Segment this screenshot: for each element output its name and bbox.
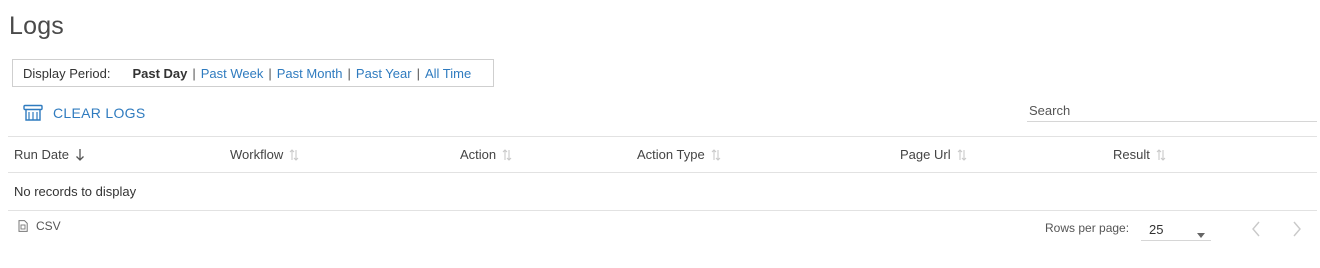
chevron-left-icon — [1252, 221, 1260, 237]
column-label: Page Url — [900, 147, 951, 162]
column-label: Action Type — [637, 147, 705, 162]
column-label: Result — [1113, 147, 1150, 162]
sort-icon — [289, 148, 299, 162]
clear-logs-label: CLEAR LOGS — [53, 105, 146, 121]
rows-per-page-value: 25 — [1149, 222, 1164, 237]
period-option-past-week[interactable]: Past Week — [201, 66, 264, 81]
caret-down-icon — [1197, 226, 1205, 241]
next-page-button[interactable] — [1287, 217, 1307, 241]
period-option-past-year[interactable]: Past Year — [356, 66, 412, 81]
rows-per-page-label: Rows per page: — [1045, 221, 1130, 235]
sort-icon — [502, 148, 512, 162]
period-option-past-month[interactable]: Past Month — [277, 66, 343, 81]
column-label: Action — [460, 147, 497, 162]
period-option-all-time[interactable]: All Time — [425, 66, 471, 81]
column-header-action-type[interactable]: Action Type — [637, 137, 721, 172]
column-header-run-date[interactable]: Run Date — [14, 137, 85, 172]
logs-page: Logs Display Period: Past Day | Past Wee… — [0, 0, 1320, 268]
file-icon — [18, 220, 28, 232]
chevron-right-icon — [1293, 221, 1301, 237]
sort-icon — [711, 148, 721, 162]
column-label: Run Date — [14, 147, 69, 162]
column-header-workflow[interactable]: Workflow — [230, 137, 299, 172]
column-header-action[interactable]: Action — [460, 137, 512, 172]
csv-export-button[interactable]: CSV — [18, 219, 61, 233]
period-separator: | — [416, 65, 420, 81]
empty-message: No records to display — [14, 184, 137, 199]
display-period-bar: Display Period: Past Day | Past Week | P… — [12, 59, 494, 87]
clear-logs-button[interactable]: CLEAR LOGS — [22, 104, 145, 122]
table-footer: CSV Rows per page: 25 — [8, 211, 1317, 241]
column-label: Workflow — [230, 147, 284, 162]
period-separator: | — [347, 65, 351, 81]
rows-per-page-select[interactable]: 25 — [1141, 217, 1211, 241]
table-empty-row: No records to display — [8, 173, 1317, 211]
sort-icon — [957, 148, 967, 162]
sort-down-arrow-icon — [75, 148, 85, 162]
previous-page-button[interactable] — [1246, 217, 1266, 241]
csv-label: CSV — [36, 219, 61, 233]
period-separator: | — [268, 65, 272, 81]
logs-table: Run Date Workflow Action Action Type Pag… — [8, 136, 1317, 211]
period-option-past-day[interactable]: Past Day — [132, 66, 187, 81]
period-separator: | — [192, 65, 196, 81]
column-header-result[interactable]: Result — [1113, 137, 1166, 172]
clear-logs-icon — [23, 104, 43, 121]
table-header: Run Date Workflow Action Action Type Pag… — [8, 136, 1317, 173]
search-input[interactable] — [1027, 100, 1317, 122]
sort-icon — [1156, 148, 1166, 162]
column-header-page-url[interactable]: Page Url — [900, 137, 967, 172]
display-period-label: Display Period: — [23, 65, 111, 81]
page-title: Logs — [9, 12, 65, 40]
